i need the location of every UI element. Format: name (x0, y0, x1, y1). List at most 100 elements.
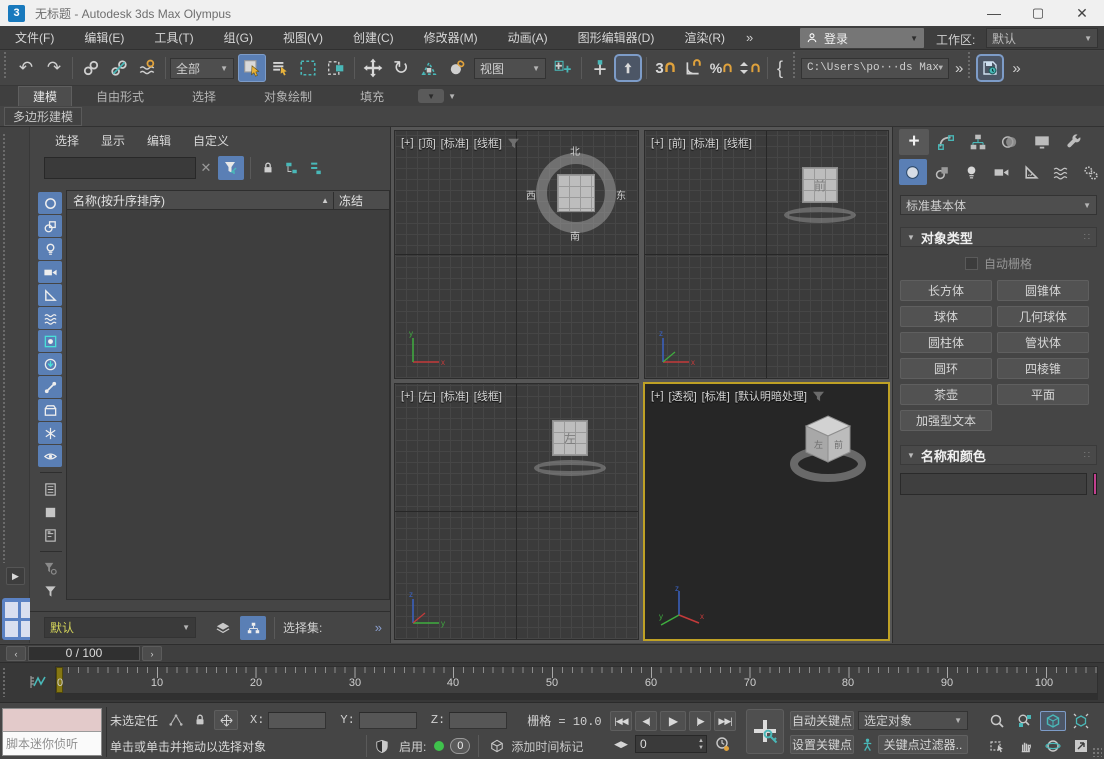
time-slider-value[interactable]: 0 / 100 (28, 646, 140, 661)
menu-views[interactable]: 视图(V) (268, 26, 338, 50)
display-shapes-toggle[interactable] (38, 215, 62, 237)
explorer-panel-grip[interactable] (2, 133, 7, 563)
teapot-button[interactable]: 茶壶 (900, 384, 992, 405)
viewcube[interactable]: 前 (780, 161, 860, 231)
resize-grip[interactable] (1092, 747, 1102, 757)
window-crossing-toggle[interactable] (322, 54, 350, 82)
ribbon-minimize-icon[interactable]: ▼ (418, 89, 444, 103)
ribbon-tab-populate[interactable]: 填充 (336, 88, 408, 105)
next-frame-button[interactable]: |▶ (689, 711, 711, 731)
transform-gizmo-icon[interactable] (164, 713, 188, 727)
object-category-dropdown[interactable]: 标准基本体▼ (900, 195, 1097, 215)
explorer-footer-overflow-chevron[interactable]: » (375, 620, 380, 635)
plane-button[interactable]: 平面 (997, 384, 1089, 405)
viewport-menu-plus[interactable]: [+] (651, 390, 664, 402)
viewport-standard-label[interactable]: [标准] (691, 135, 719, 151)
set-keys-button[interactable] (746, 709, 784, 754)
ribbon-minimize-caret-icon[interactable]: ▼ (448, 92, 456, 101)
orbit-button[interactable] (1040, 736, 1066, 756)
box-button[interactable]: 长方体 (900, 280, 992, 301)
angle-snap-toggle[interactable] (679, 54, 707, 82)
project-path-dropdown[interactable]: C:\Users\po···ds Max 2024▼ (801, 58, 949, 79)
zoom-extents-all-button[interactable] (1068, 711, 1094, 731)
display-tab[interactable] (1027, 129, 1057, 155)
compass-south-label[interactable]: 南 (570, 228, 580, 243)
explorer-search-input[interactable] (44, 157, 196, 179)
shapes-category-button[interactable] (929, 159, 957, 185)
sphere-button[interactable]: 球体 (900, 306, 992, 327)
display-geometry-toggle[interactable] (38, 192, 62, 214)
filter-settings-button[interactable] (38, 557, 62, 579)
viewport-front[interactable]: [+] [前] [标准] [线框] 前 xz (644, 130, 889, 379)
viewport-left[interactable]: [+] [左] [标准] [线框] 左 yz (394, 383, 639, 640)
spinner-snap-toggle[interactable] (735, 54, 763, 82)
next-frame-arrow[interactable]: › (142, 646, 162, 661)
viewport-top[interactable]: [+] [顶] [标准] [线框] 北 南 西 东 xy (394, 130, 639, 379)
display-cameras-toggle[interactable] (38, 261, 62, 283)
previous-frame-button[interactable]: ◀| (635, 711, 657, 731)
spacewarps-category-button[interactable] (1047, 159, 1075, 185)
go-to-start-button[interactable]: |◀◀ (610, 711, 632, 731)
autosave-button[interactable] (976, 54, 1004, 82)
autosave-toolbar-grip[interactable] (967, 51, 972, 79)
add-time-tag[interactable]: 添加时间标记 (511, 738, 583, 755)
display-xrefs-toggle[interactable] (38, 353, 62, 375)
filter-button[interactable] (38, 580, 62, 602)
auto-key-button[interactable]: 自动关键点 (790, 711, 854, 730)
trackbar-grip[interactable] (2, 667, 7, 697)
zoom-all-button[interactable] (1012, 711, 1038, 731)
geometry-category-button[interactable] (899, 159, 927, 185)
named-selection-brace-icon[interactable]: { (772, 58, 788, 79)
minimize-button[interactable]: — (972, 0, 1016, 26)
clear-search-icon[interactable]: ✕ (196, 160, 216, 176)
viewcube[interactable]: 左 前 (784, 406, 872, 490)
percent-snap-toggle[interactable]: % (707, 54, 735, 82)
viewport-pov-label[interactable]: [前] (669, 135, 686, 151)
expand-hierarchy-icon[interactable] (279, 161, 303, 175)
systems-category-button[interactable] (1076, 159, 1104, 185)
use-pivot-point-center-button[interactable] (549, 54, 577, 82)
viewport-shading-label[interactable]: [默认明暗处理] (735, 388, 807, 404)
menu-animation[interactable]: 动画(A) (493, 26, 563, 50)
helpers-category-button[interactable] (1017, 159, 1045, 185)
viewport-filter-icon[interactable] (507, 138, 520, 149)
display-spacewarps-toggle[interactable] (38, 307, 62, 329)
redo-button[interactable]: ↷ (40, 54, 68, 82)
explorer-list-area[interactable] (66, 210, 390, 600)
viewport-menu-plus[interactable]: [+] (401, 137, 414, 149)
hierarchy-tab[interactable] (963, 129, 993, 155)
menu-rendering[interactable]: 渲染(R) (669, 26, 740, 50)
selection-filter-dropdown[interactable]: 全部▼ (170, 58, 234, 79)
tube-button[interactable]: 管状体 (997, 332, 1089, 353)
select-object-button[interactable] (238, 54, 266, 82)
viewcube-compass-ring[interactable] (784, 207, 856, 223)
current-frame-input[interactable] (636, 737, 688, 751)
bind-to-space-warp-button[interactable] (133, 54, 161, 82)
zoom-extents-button[interactable] (1040, 711, 1066, 731)
viewport-standard-label[interactable]: [标准] (702, 388, 730, 404)
pyramid-button[interactable]: 四棱锥 (997, 358, 1089, 379)
viewport-pov-label[interactable]: [左] (419, 388, 436, 404)
expand-panel-button[interactable]: ▶ (6, 567, 25, 585)
project-toolbar-grip[interactable] (792, 51, 797, 79)
select-by-name-button[interactable] (266, 54, 294, 82)
freeze-column-header[interactable]: 冻结 (333, 192, 389, 209)
y-coord-field[interactable] (359, 712, 417, 729)
name-color-rollout-header[interactable]: ▼ 名称和颜色 ∷ (900, 445, 1097, 465)
viewcube[interactable]: 左 (530, 414, 610, 484)
ribbon-tab-selection[interactable]: 选择 (168, 88, 240, 105)
viewcube[interactable]: 北 南 西 东 (528, 145, 624, 241)
key-filter-figure-icon[interactable] (858, 735, 876, 754)
time-slider-track[interactable]: ‹ 0 / 100 › (0, 644, 1104, 663)
viewport-shading-label[interactable]: [线框] (474, 388, 502, 404)
display-lights-toggle[interactable] (38, 238, 62, 260)
zoom-button[interactable] (984, 711, 1010, 731)
unlink-selection-button[interactable] (105, 54, 133, 82)
ribbon-panel-polygon-modeling[interactable]: 多边形建模 (4, 107, 82, 126)
snap-toggle-3d-button[interactable]: 3 (651, 54, 679, 82)
utilities-tab[interactable] (1059, 129, 1089, 155)
viewport-menu-plus[interactable]: [+] (651, 137, 664, 149)
menu-group[interactable]: 组(G) (209, 26, 268, 50)
close-button[interactable]: ✕ (1060, 0, 1104, 26)
menu-tools[interactable]: 工具(T) (139, 26, 208, 50)
